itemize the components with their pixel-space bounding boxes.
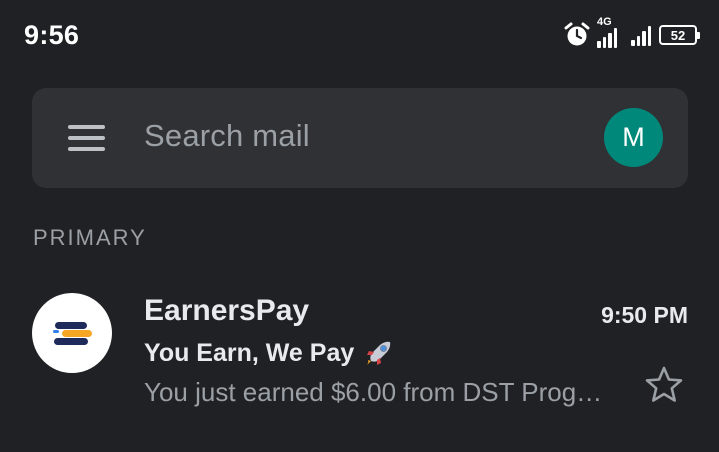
account-avatar[interactable]: M <box>604 108 663 167</box>
status-icons: 4G 52 <box>563 16 700 52</box>
section-label-primary: PRIMARY <box>33 225 147 250</box>
signal-icon <box>631 24 651 46</box>
status-time: 9:56 <box>24 20 80 50</box>
signal-4g-icon: 4G <box>597 16 617 48</box>
email-time: 9:50 PM <box>601 302 688 328</box>
earnerspay-logo[interactable] <box>32 293 112 373</box>
search-bar[interactable]: Search mail M <box>32 88 688 188</box>
gmail-inbox-screen: 9:56 4G 52 Search mail M PRIMARY Earners… <box>0 0 719 452</box>
email-sender: EarnersPay <box>144 294 310 327</box>
email-subject-line: You Earn, We Pay <box>144 338 394 368</box>
status-bar: 9:56 4G 52 <box>0 0 719 74</box>
battery-icon: 52 <box>659 25 700 45</box>
network-type-label: 4G <box>597 16 612 28</box>
email-snippet: You just earned $6.00 from DST Prog… <box>144 377 603 407</box>
battery-level: 52 <box>670 27 686 43</box>
rocket-icon <box>367 341 391 365</box>
search-input[interactable]: Search mail <box>144 118 310 154</box>
email-subject: You Earn, We Pay <box>144 338 355 367</box>
star-icon[interactable] <box>644 365 684 405</box>
menu-icon[interactable] <box>68 124 106 152</box>
email-list-item[interactable]: EarnersPay 9:50 PM You Earn, We Pay You … <box>0 280 719 420</box>
alarm-icon <box>564 22 590 46</box>
